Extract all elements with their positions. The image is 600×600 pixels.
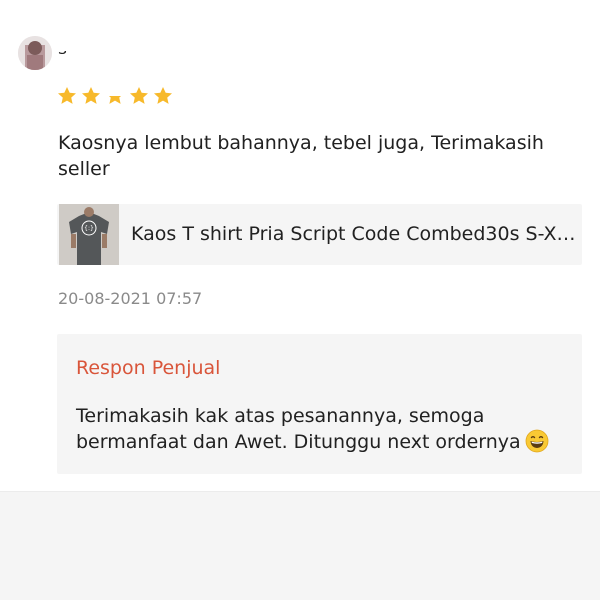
grinning-face-emoji [525,429,549,453]
star-icon [82,87,100,104]
seller-response-text: Terimakasih kak atas pesanannya, semoga … [76,405,521,453]
star-icon [104,85,126,104]
avatar[interactable] [18,36,52,70]
svg-text:{:}: {:} [84,225,94,232]
review-text: Kaosnya lembut bahannya, tebel juga, Ter… [58,132,544,180]
rating-stars [56,85,174,107]
username: S····· ·· [58,40,198,60]
review-card: S····· ·· Kaosnya lembut bahannya, tebel… [0,0,600,492]
star-icon [58,87,76,104]
bottom-area [0,492,600,600]
seller-response-title: Respon Penjual [76,357,221,379]
product-card[interactable]: {:} Kaos T shirt Pria Script Code Combed… [57,204,582,265]
seller-response-body: Terimakasih kak atas pesanannya, semoga … [76,403,576,455]
product-thumbnail: {:} [59,204,119,265]
star-icon [154,87,172,104]
product-name: Kaos T shirt Pria Script Code Combed30s … [131,223,577,245]
seller-response: Respon Penjual Terimakasih kak atas pesa… [57,334,582,474]
username-mask [58,40,198,51]
star-icon [130,87,148,104]
review-timestamp: 20-08-2021 07:57 [58,289,203,308]
